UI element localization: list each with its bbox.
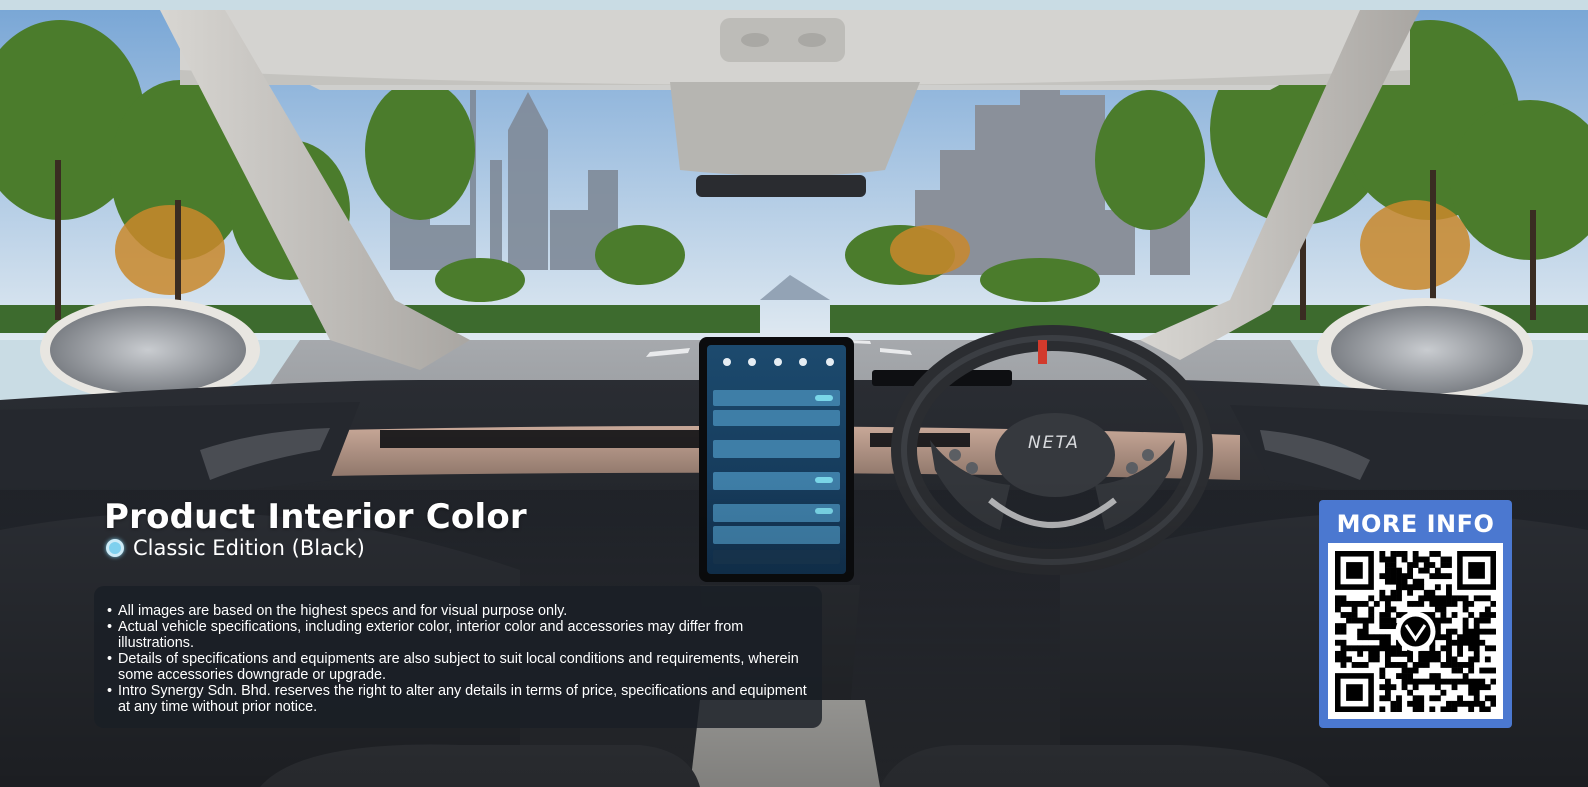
qr-code[interactable] <box>1328 543 1503 719</box>
disclaimer-item: All images are based on the highest spec… <box>107 603 822 619</box>
page-title: Product Interior Color <box>104 497 527 537</box>
more-info-label[interactable]: MORE INFO <box>1319 510 1512 538</box>
color-option-label: Classic Edition (Black) <box>133 536 365 560</box>
color-option[interactable]: Classic Edition (Black) <box>106 536 365 560</box>
neta-logo-icon <box>1395 611 1436 652</box>
disclaimer-list: All images are based on the highest spec… <box>94 586 822 715</box>
steering-logo: NETA <box>1028 433 1080 453</box>
hero-banner: NETA Product Interior Color Classic Edit… <box>0 10 1588 787</box>
disclaimer-item: Actual vehicle specifications, including… <box>107 619 822 651</box>
radio-selected-icon[interactable] <box>106 539 124 557</box>
disclaimer-item: Details of specifications and equipments… <box>107 651 822 683</box>
qr-code-icon <box>1335 551 1496 712</box>
disclaimer-item: Intro Synergy Sdn. Bhd. reserves the rig… <box>107 683 822 715</box>
more-info-card[interactable]: MORE INFO <box>1319 500 1512 728</box>
disclaimer-box: All images are based on the highest spec… <box>94 586 822 728</box>
